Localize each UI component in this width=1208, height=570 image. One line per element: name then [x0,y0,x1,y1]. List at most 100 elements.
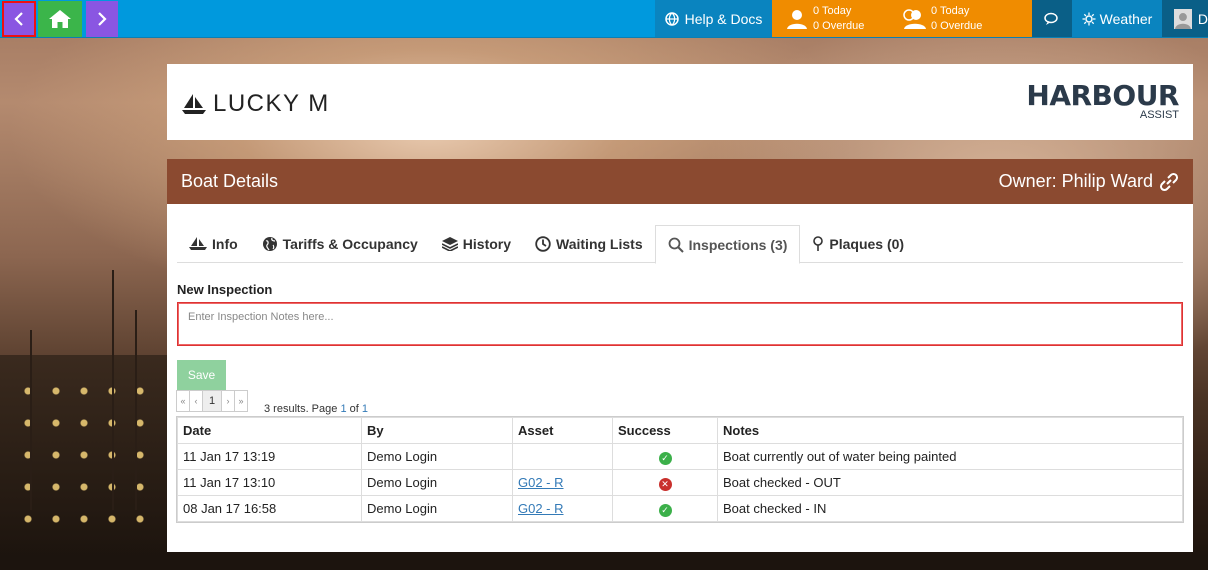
cell-notes: Boat currently out of water being painte… [717,443,1183,470]
back-button[interactable] [2,1,36,37]
personal-tasks-button[interactable]: 0 Today 0 Overdue [786,0,864,37]
team-tasks-today: 0 Today [931,4,970,17]
personal-tasks-overdue: 0 Overdue [813,19,865,32]
column-header-by[interactable]: By [361,417,513,444]
chat-button[interactable] [1032,0,1072,37]
current-page: 1 [340,403,347,415]
boat-name: LUCKY M [213,90,330,117]
chat-icon [1044,12,1058,25]
table-row: 11 Jan 17 13:19 Demo Login ✓ Boat curren… [177,443,1183,470]
tab-tariffs-occupancy[interactable]: Tariffs & Occupancy [250,225,430,263]
user-icon [787,9,807,29]
link-icon [1159,172,1179,191]
boat-details-card: Boat Details Owner: Philip Ward Info Tar… [167,159,1193,552]
cell-success: ✓ [612,495,718,522]
cell-date: 11 Jan 17 13:10 [177,469,362,496]
pin-icon [813,236,824,251]
cell-date: 08 Jan 17 16:58 [177,495,362,522]
boat-header-card: LUCKY M HARBOUR ASSIST [167,64,1193,140]
boat-details-title: Boat Details [181,171,279,191]
users-icon [903,8,926,29]
cell-by: Demo Login [361,469,513,496]
pagination: « ‹ 1 › » [176,390,248,412]
background-mast [30,330,32,510]
help-docs-button[interactable]: Help & Docs [655,0,772,37]
clock-icon [535,236,551,252]
layers-icon [441,237,458,251]
tab-waiting-lists[interactable]: Waiting Lists [523,225,655,263]
search-icon [668,237,684,253]
column-header-success[interactable]: Success [612,417,718,444]
pagination-next[interactable]: › [221,390,235,412]
success-check-icon: ✓ [658,451,672,465]
details-tabs: Info Tariffs & Occupancy History Waiting… [177,225,1183,264]
user-menu[interactable]: D [1162,0,1208,37]
background-mast [135,310,137,510]
tab-info[interactable]: Info [177,225,250,263]
boat-icon [182,94,206,114]
cell-by: Demo Login [361,495,513,522]
team-tasks-overdue: 0 Overdue [931,19,983,32]
logo-main-text: HARBOUR [1026,79,1179,112]
tab-label: Tariffs & Occupancy [282,236,418,252]
fail-cross-icon: ✕ [658,477,672,491]
pagination-last[interactable]: » [234,390,248,412]
cell-notes: Boat checked - OUT [717,469,1183,496]
personal-tasks-today: 0 Today [813,4,852,17]
home-button[interactable] [38,1,82,37]
cell-by: Demo Login [361,443,513,470]
tab-label: History [462,236,512,252]
column-header-notes[interactable]: Notes [717,417,1183,444]
inspection-notes-input[interactable] [177,302,1183,346]
results-text: 3 results. Page [264,403,338,415]
help-docs-label: Help & Docs [684,10,763,27]
boat-title: LUCKY M [181,90,330,118]
column-header-asset[interactable]: Asset [512,417,613,444]
tab-label: Plaques (0) [829,236,905,252]
tab-label: Waiting Lists [556,236,643,252]
weather-button[interactable]: Weather [1072,0,1162,37]
tab-inspections[interactable]: Inspections (3) [654,225,801,264]
chevron-right-icon [98,12,107,26]
pagination-page[interactable]: 1 [202,390,222,412]
cell-success: ✓ [612,443,718,470]
tab-history[interactable]: History [430,225,523,263]
home-icon [49,10,71,28]
owner-link[interactable]: Owner: Philip Ward [999,171,1179,192]
inspections-table: Date By Asset Success Notes 11 Jan 17 13… [176,416,1184,523]
harbour-assist-logo: HARBOUR ASSIST [1026,79,1179,122]
sun-icon [1082,12,1096,25]
boat-icon [189,237,207,250]
pagination-prev[interactable]: ‹ [189,390,203,412]
background-mast [112,270,114,510]
save-button[interactable]: Save [177,360,226,390]
weather-label: Weather [1099,10,1153,27]
cell-notes: Boat checked - IN [717,495,1183,522]
globe-icon [664,11,679,26]
globe-icon [262,237,277,251]
top-navigation-bar: Help & Docs 0 Today 0 Overdue 0 Today 0 … [0,0,1208,38]
avatar [1174,8,1192,29]
cell-asset [512,443,613,470]
asset-link[interactable]: G02 - R [518,501,564,516]
table-row: 11 Jan 17 13:10 Demo Login G02 - R ✕ Boa… [177,469,1183,496]
cell-date: 11 Jan 17 13:19 [177,443,362,470]
cell-asset: G02 - R [512,469,613,496]
table-header-row: Date By Asset Success Notes [177,417,1183,444]
background-building [0,355,170,570]
table-row: 08 Jan 17 16:58 Demo Login G02 - R ✓ Boa… [177,495,1183,522]
cell-success: ✕ [612,469,718,496]
tab-label: Inspections (3) [688,236,788,253]
results-of: of [349,403,359,415]
tasks-panel: 0 Today 0 Overdue 0 Today 0 Overdue [772,0,1032,37]
column-header-date[interactable]: Date [177,417,362,444]
team-tasks-button[interactable]: 0 Today 0 Overdue [900,0,982,37]
user-initial: D [1197,10,1208,27]
asset-link[interactable]: G02 - R [518,475,564,490]
success-check-icon: ✓ [658,503,672,517]
forward-button[interactable] [86,1,118,37]
boat-details-header: Boat Details Owner: Philip Ward [167,159,1193,204]
pagination-first[interactable]: « [176,390,190,412]
total-pages: 1 [361,403,368,415]
tab-plaques[interactable]: Plaques (0) [800,225,916,263]
